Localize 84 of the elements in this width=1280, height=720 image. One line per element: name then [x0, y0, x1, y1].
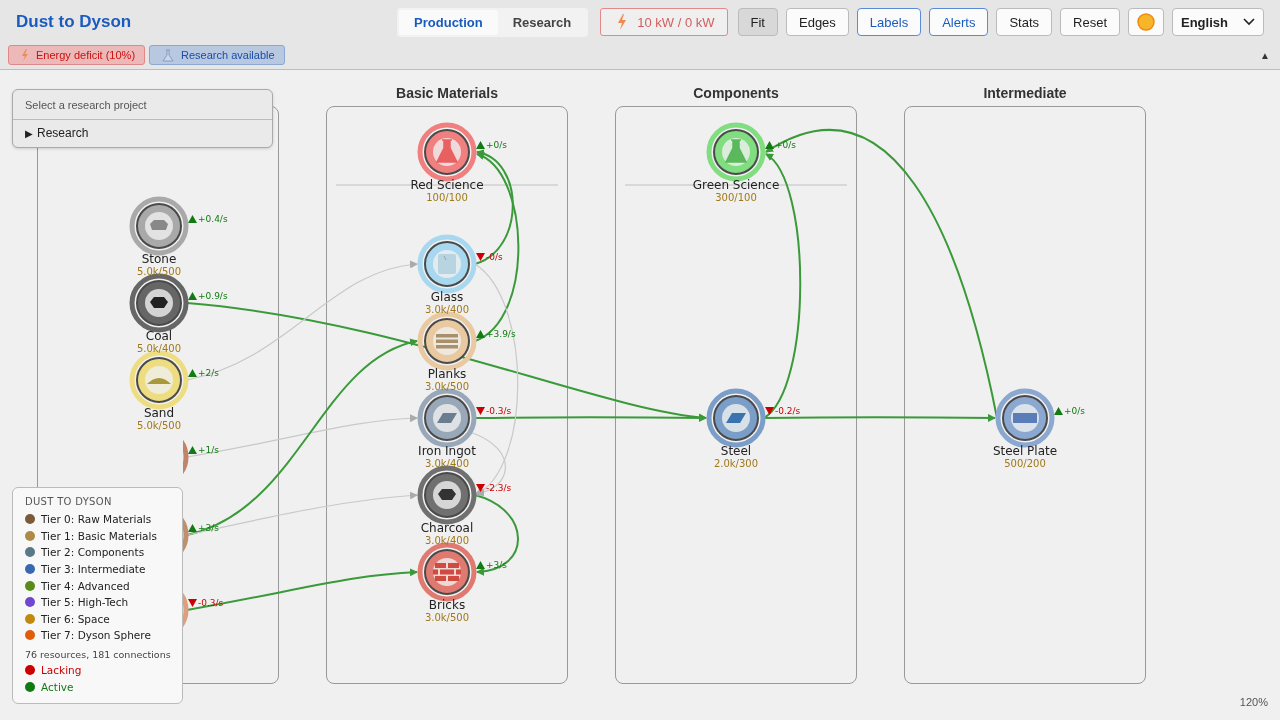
rate-label: +0.9/s [198, 291, 228, 301]
node-label: Sand [143, 406, 175, 420]
node-label: Green Science [692, 178, 780, 192]
chevron-down-icon [1243, 18, 1255, 26]
node-label: Red Science [410, 178, 484, 192]
node-amount: 5.0k/500 [136, 420, 182, 431]
lightning-icon [21, 49, 29, 61]
node-amount: 3.0k/500 [424, 612, 470, 623]
node-amount: 500/200 [1004, 458, 1046, 469]
research-select-prompt[interactable]: Select a research project [13, 90, 272, 120]
node-amount: 300/100 [715, 192, 757, 203]
legend-label: Tier 4: Advanced [41, 579, 130, 592]
view-tab[interactable]: Research [497, 9, 587, 35]
collapse-toggle[interactable]: ▲ [1260, 49, 1270, 61]
node-amount: 100/100 [426, 192, 468, 203]
node-label: Charcoal [420, 521, 474, 535]
ingot-icon [437, 413, 457, 423]
rock-icon [150, 297, 168, 308]
node-label: Glass [430, 290, 464, 304]
rate-label: +3.9/s [486, 329, 516, 339]
legend-label: Tier 1: Basic Materials [41, 529, 157, 542]
ingot-icon [726, 413, 746, 423]
alert-chip[interactable]: Research available [149, 45, 285, 65]
power-reading: 10 kW / 0 kW [637, 14, 715, 30]
sand-pile-icon [147, 378, 171, 384]
rate-label: -2.3/s [486, 483, 512, 493]
node-label: Steel Plate [992, 444, 1058, 458]
legend-title: DUST TO DYSON [25, 496, 113, 507]
flask-icon [162, 48, 175, 62]
node-label: Steel [720, 444, 752, 458]
legend-label: Tier 2: Components [41, 546, 145, 559]
node-ring[interactable] [129, 196, 189, 256]
legend-label: Tier 0: Raw Materials [41, 513, 152, 526]
rate-label: +1/s [198, 445, 219, 455]
node-label: Bricks [428, 598, 466, 612]
toolbar-button[interactable]: Alerts [929, 8, 989, 36]
lane-title: Basic Materials [395, 85, 499, 101]
rate-label: +0/s [775, 140, 796, 150]
rate-label: +0/s [486, 140, 507, 150]
toolbar-button[interactable]: Labels [856, 8, 922, 36]
research-section-toggle[interactable]: ▶ Research [13, 120, 272, 147]
language-select[interactable]: English [1172, 8, 1264, 36]
rock-icon [438, 489, 456, 500]
toolbar-button[interactable]: Fit [737, 8, 778, 36]
view-tab[interactable]: Production [399, 9, 498, 35]
rock-icon [150, 220, 168, 230]
legend-label: Active [41, 680, 74, 693]
legend-label: Tier 5: High-Tech [41, 596, 129, 609]
node-amount: 3.0k/400 [424, 304, 470, 315]
rate-label: +0.4/s [198, 214, 228, 224]
brick-wall-icon [433, 563, 461, 581]
plate-icon [1013, 413, 1037, 423]
lightning-icon [617, 14, 628, 30]
zoom-level: 120% [1239, 696, 1268, 708]
rate-label: -0.2/s [775, 406, 801, 416]
toolbar-button[interactable]: Reset [1060, 8, 1120, 36]
flask-icon [435, 139, 459, 163]
node-label: Planks [427, 367, 467, 381]
sun-icon [1137, 13, 1155, 31]
toolbar-button[interactable]: Stats [996, 8, 1053, 36]
node-label: Iron Ingot [418, 444, 476, 458]
legend-label: Lacking [41, 664, 82, 677]
toolbar-button[interactable]: Edges [786, 8, 849, 36]
node-amount: 3.0k/400 [424, 458, 470, 469]
node-label: Coal [145, 329, 173, 343]
node-amount: 5.0k/400 [136, 343, 182, 354]
legend-label: Tier 3: Intermediate [41, 563, 146, 576]
lane-title: Intermediate [982, 85, 1068, 101]
glass-pane-icon [438, 254, 456, 274]
legend-summary: 76 resources, 181 connections [25, 647, 170, 661]
app-title: Dust to Dyson [16, 12, 132, 32]
node-amount: 3.0k/500 [424, 381, 470, 392]
rate-label: +2/s [198, 368, 219, 378]
planks-icon [436, 334, 458, 349]
node-label: Stone [141, 252, 177, 266]
legend-label: Tier 6: Space [41, 612, 110, 625]
lane-title: Components [692, 85, 780, 101]
node-amount: 3.0k/400 [424, 535, 470, 546]
rate-label: -0.3/s [486, 406, 512, 416]
node-amount: 5.0k/500 [136, 266, 182, 277]
legend-label: Tier 7: Dyson Sphere [41, 629, 151, 642]
node-amount: 2.0k/300 [713, 458, 759, 469]
rate-label: +0/s [1064, 406, 1085, 416]
flask-icon [724, 139, 748, 163]
